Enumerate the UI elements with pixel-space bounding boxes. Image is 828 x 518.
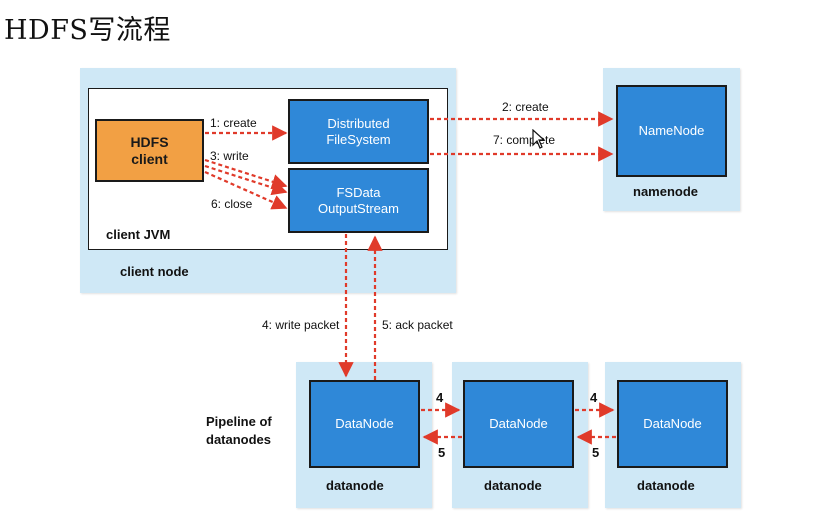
label-create: 1: create — [210, 116, 257, 130]
label-back-1: 5 — [438, 445, 446, 460]
mouse-cursor-icon — [532, 129, 546, 149]
arrow-write-2 — [204, 164, 288, 196]
label-write: 3: write — [210, 149, 249, 163]
arrows-layer — [204, 111, 616, 445]
label-fwd-1: 4 — [436, 390, 444, 405]
label-back-2: 5 — [592, 445, 600, 460]
label-ack-packet: 5: ack packet — [382, 318, 453, 332]
arrow-write — [204, 158, 288, 190]
label-fwd-2: 4 — [590, 390, 598, 405]
label-close: 6: close — [211, 197, 253, 211]
label-write-packet: 4: write packet — [262, 318, 340, 332]
label-nn-create: 2: create — [502, 100, 549, 114]
